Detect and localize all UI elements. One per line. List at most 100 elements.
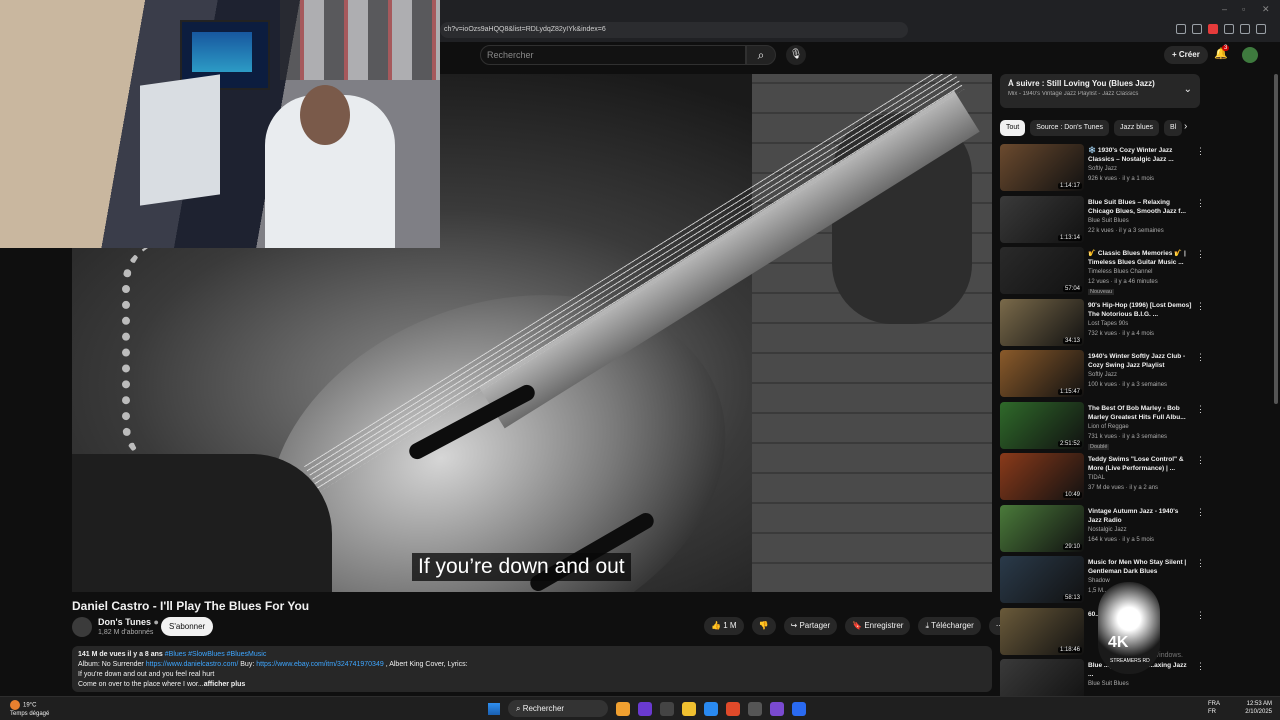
recommendation-thumbnail[interactable]: 1:18:46 bbox=[1000, 607, 1084, 655]
recommendation-title[interactable]: The Best Of Bob Marley - Bob Marley Grea… bbox=[1088, 404, 1192, 422]
recommendation-badge: Nouveau bbox=[1088, 289, 1115, 295]
chevron-down-icon[interactable]: ⌄ bbox=[1184, 84, 1192, 95]
scrollbar[interactable] bbox=[1274, 74, 1278, 404]
recommendation-thumbnail[interactable]: 57:04 bbox=[1000, 247, 1084, 294]
streamer-head bbox=[300, 85, 350, 145]
recommendation-thumbnail[interactable]: 1:14:17 bbox=[1000, 144, 1084, 191]
share-button[interactable]: ↪ Partager bbox=[783, 617, 838, 635]
more-vert-icon[interactable]: ⋮ bbox=[1196, 661, 1205, 672]
chip-source[interactable]: Source : Don's Tunes bbox=[1030, 120, 1109, 136]
account-avatar[interactable] bbox=[1242, 47, 1258, 63]
recommendation-channel: Blue Suit Blues bbox=[1088, 217, 1129, 224]
recommendation-meta: 731 k vues · il y a 3 semaines bbox=[1088, 433, 1168, 440]
up-next-playlist[interactable]: À suivre : Still Loving You (Blues Jazz)… bbox=[1000, 74, 1200, 108]
recommendation-thumbnail[interactable]: 34:13 bbox=[1000, 298, 1084, 346]
file-explorer-icon[interactable] bbox=[682, 701, 696, 716]
save-button[interactable]: 🔖 Enregistrer bbox=[845, 617, 911, 635]
menu-icon[interactable] bbox=[1256, 24, 1266, 34]
more-vert-icon[interactable]: ⋮ bbox=[1196, 146, 1205, 157]
recommendation-item[interactable]: 57:04 🎷 Classic Blues Memories 🎷 | Timele… bbox=[1000, 247, 1205, 299]
recommendation-thumbnail[interactable]: 2:51:52 bbox=[1000, 401, 1084, 449]
recommendation-item[interactable]: 1:14:17 ❄️ 1930's Cozy Winter Jazz Classi… bbox=[1000, 144, 1205, 196]
more-vert-icon[interactable]: ⋮ bbox=[1196, 301, 1205, 312]
recommendation-title[interactable]: 🎷 Classic Blues Memories 🎷 | Timeless Bl… bbox=[1088, 249, 1192, 267]
playlist-subtitle: Mix - 1940's Vintage Jazz Playlist - Jaz… bbox=[1008, 91, 1139, 97]
more-vert-icon[interactable]: ⋮ bbox=[1196, 455, 1205, 466]
recommendation-title[interactable]: Vintage Autumn Jazz - 1940's Jazz Radio bbox=[1088, 507, 1192, 525]
search-input[interactable]: Rechercher bbox=[480, 45, 746, 65]
more-vert-icon[interactable]: ⋮ bbox=[1196, 558, 1205, 569]
chip-all[interactable]: Tout bbox=[1000, 120, 1026, 136]
video-description[interactable]: 141 M de vues il y a 8 ans #Blues #SlowB… bbox=[72, 646, 992, 692]
taskbar: 19°C Temps dégagé ⌕ Rechercher FRA FR 12:… bbox=[0, 696, 1280, 720]
chip-jazz-blues[interactable]: Jazz blues bbox=[1113, 120, 1160, 136]
like-button[interactable]: 👍 1 M bbox=[704, 617, 744, 635]
desc-album: Album: No Surrender bbox=[78, 661, 144, 668]
recommendation-item[interactable]: 1:15:47 1940's Winter Softly Jazz Club - … bbox=[1000, 350, 1205, 402]
taskbar-search[interactable]: ⌕ Rechercher bbox=[508, 700, 608, 717]
weather-widget[interactable]: 19°C Temps dégagé bbox=[10, 700, 49, 718]
desc-link[interactable]: https://www.danielcastro.com/ bbox=[146, 661, 239, 668]
app-icon[interactable] bbox=[638, 701, 652, 716]
search-icon[interactable]: ⌕ bbox=[746, 45, 776, 65]
app-icon[interactable] bbox=[748, 701, 762, 716]
wallet-icon[interactable] bbox=[1240, 24, 1250, 34]
chip-blues[interactable]: Bl bbox=[1164, 120, 1183, 136]
maximize-icon[interactable]: ▫ bbox=[1242, 4, 1245, 14]
recommendation-item[interactable]: 10:49 Teddy Swims "Lose Control" & More (… bbox=[1000, 453, 1205, 505]
channel-name[interactable]: Don's Tunes ● bbox=[98, 617, 159, 627]
more-vert-icon[interactable]: ⋮ bbox=[1196, 249, 1205, 260]
hashtags[interactable]: #Blues #SlowBlues #BluesMusic bbox=[165, 651, 267, 658]
chevron-right-icon[interactable]: › bbox=[1184, 121, 1187, 132]
recommendation-channel: TIDAL bbox=[1088, 475, 1106, 481]
webcam-overlay bbox=[0, 0, 440, 248]
desc-link[interactable]: https://www.ebay.com/itm/324741970349 bbox=[256, 661, 384, 668]
show-more-link[interactable]: afficher plus bbox=[204, 681, 246, 688]
newspaper-wall bbox=[280, 0, 440, 80]
recommendation-item[interactable]: 1:13:14 Blue Suit Blues – Relaxing Chicag… bbox=[1000, 195, 1205, 248]
recommendation-title[interactable]: Blue Suit Blues – Relaxing Chicago Blues… bbox=[1088, 198, 1192, 216]
url-bar[interactable]: ch?v=ioOzs9aHQQ8&list=RDLydqZ82yIYk&inde… bbox=[440, 22, 908, 38]
sidebar-icon[interactable] bbox=[1224, 24, 1234, 34]
brave-icon[interactable] bbox=[726, 701, 740, 716]
more-vert-icon[interactable]: ⋮ bbox=[1196, 610, 1205, 621]
recommendation-thumbnail[interactable]: 29:10 bbox=[1000, 504, 1084, 552]
recommendation-title[interactable]: Teddy Swims "Lose Control" & More (Live … bbox=[1088, 455, 1192, 473]
edge-icon[interactable] bbox=[704, 701, 718, 716]
temperature: 19°C bbox=[23, 702, 37, 709]
more-vert-icon[interactable]: ⋮ bbox=[1196, 352, 1205, 363]
recommendation-title[interactable]: 90's Hip-Hop (1996) [Lost Demos] The Not… bbox=[1088, 301, 1192, 319]
recommendation-title[interactable]: 1940's Winter Softly Jazz Club - Cozy Sw… bbox=[1088, 352, 1192, 370]
create-button[interactable]: + Créer bbox=[1164, 46, 1208, 64]
microphone-icon[interactable]: 🎙 bbox=[786, 45, 806, 65]
windows-start-icon[interactable] bbox=[488, 702, 500, 715]
subscribe-button[interactable]: S'abonner bbox=[161, 617, 214, 636]
recommendation-thumbnail[interactable]: 58:13 bbox=[1000, 556, 1084, 603]
app-icon[interactable] bbox=[792, 701, 806, 716]
brave-shield-icon[interactable] bbox=[1208, 24, 1218, 34]
dislike-button[interactable]: 👎 bbox=[751, 617, 776, 635]
app-icon[interactable] bbox=[660, 701, 674, 716]
extension-icon[interactable] bbox=[1192, 24, 1202, 34]
extension-icon[interactable] bbox=[1176, 24, 1186, 34]
download-button[interactable]: ⤓ Télécharger bbox=[918, 617, 981, 635]
more-vert-icon[interactable]: ⋮ bbox=[1196, 404, 1205, 415]
language-indicator[interactable]: FRA FR bbox=[1208, 700, 1220, 716]
recommendation-item[interactable]: 34:13 90's Hip-Hop (1996) [Lost Demos] Th… bbox=[1000, 298, 1205, 351]
recommendation-item[interactable]: 2:51:52 The Best Of Bob Marley - Bob Marl… bbox=[1000, 401, 1205, 454]
channel-avatar[interactable] bbox=[72, 617, 92, 637]
recommendation-title[interactable]: Music for Men Who Stay Silent | Gentlema… bbox=[1088, 558, 1192, 576]
more-vert-icon[interactable]: ⋮ bbox=[1196, 198, 1205, 209]
more-vert-icon[interactable]: ⋮ bbox=[1196, 507, 1205, 518]
recommendation-item[interactable]: 29:10 Vintage Autumn Jazz - 1940's Jazz R… bbox=[1000, 504, 1205, 557]
recommendation-thumbnail[interactable]: 1:13:14 bbox=[1000, 195, 1084, 243]
minimize-icon[interactable]: – bbox=[1222, 4, 1227, 14]
app-icon[interactable] bbox=[770, 701, 784, 716]
recommendation-thumbnail[interactable]: 1:15:47 bbox=[1000, 350, 1084, 397]
recommendation-thumbnail[interactable]: 10:49 bbox=[1000, 453, 1084, 500]
app-icon[interactable] bbox=[616, 701, 630, 716]
recommendation-title[interactable]: ❄️ 1930's Cozy Winter Jazz Classics – No… bbox=[1088, 146, 1192, 164]
close-icon[interactable]: ✕ bbox=[1262, 4, 1270, 15]
clock[interactable]: 12:53 AM 2/10/2025 bbox=[1245, 700, 1272, 716]
playlist-title: À suivre : Still Loving You (Blues Jazz) bbox=[1008, 79, 1155, 88]
